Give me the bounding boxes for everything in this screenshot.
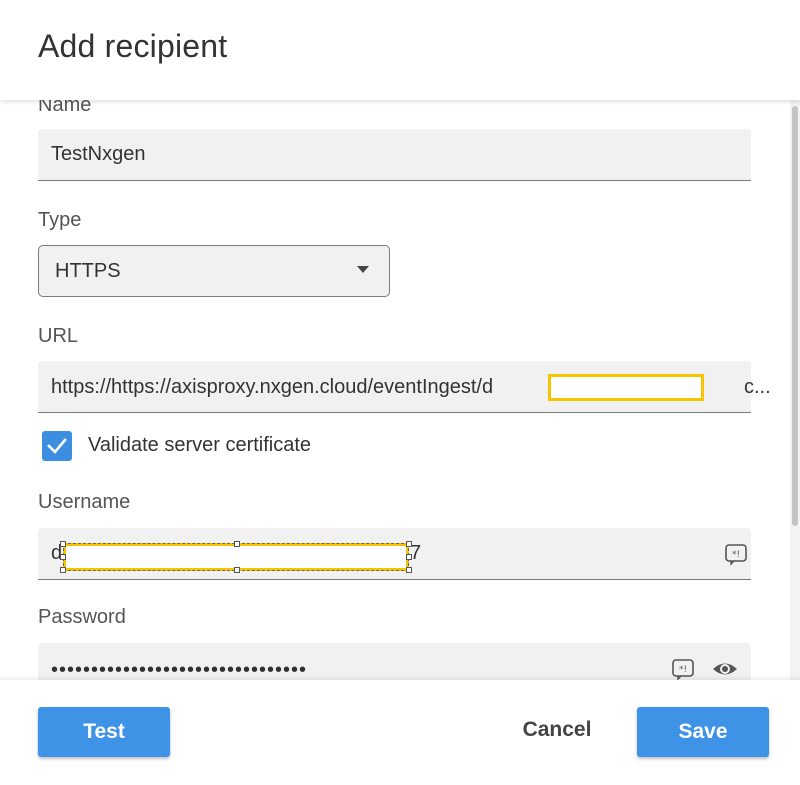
resize-handle[interactable]: [60, 541, 66, 547]
url-label: URL: [38, 325, 79, 347]
password-value: ••••••••••••••••••••••••••••••••: [51, 659, 308, 681]
resize-handle[interactable]: [60, 567, 66, 573]
svg-text:*!: *!: [732, 550, 740, 560]
resize-handle[interactable]: [60, 554, 66, 560]
eye-icon[interactable]: [711, 656, 737, 682]
type-select[interactable]: HTTPS: [38, 245, 390, 297]
validate-certificate-label: Validate server certificate: [88, 434, 312, 456]
resize-handle[interactable]: [406, 554, 412, 560]
dialog-footer: Test Cancel Save: [0, 680, 800, 785]
cancel-button[interactable]: Cancel: [505, 705, 609, 755]
dialog-title: Add recipient: [38, 28, 228, 64]
name-value: TestNxgen: [51, 143, 146, 165]
special-chars-icon[interactable]: *!: [723, 541, 749, 567]
special-chars-icon[interactable]: *!: [670, 656, 696, 682]
password-label: Password: [38, 606, 126, 628]
resize-handle[interactable]: [234, 567, 240, 573]
test-button[interactable]: Test: [38, 707, 170, 757]
resize-handle[interactable]: [406, 567, 412, 573]
validate-certificate-checkbox[interactable]: [42, 431, 72, 461]
type-label: Type: [38, 209, 82, 231]
checkmark-icon: [47, 438, 67, 454]
add-recipient-dialog: Add recipient Name TestNxgen Type HTTPS …: [0, 0, 800, 785]
url-redaction-box: [548, 374, 704, 401]
resize-handle[interactable]: [234, 541, 240, 547]
username-label: Username: [38, 491, 131, 513]
name-input[interactable]: TestNxgen: [38, 129, 751, 181]
save-button[interactable]: Save: [637, 707, 769, 757]
svg-text:*!: *!: [679, 665, 687, 675]
type-value: HTTPS: [55, 260, 121, 282]
url-value-start: https://https://axisproxy.nxgen.cloud/ev…: [51, 376, 494, 398]
scrollbar-thumb[interactable]: [792, 106, 798, 526]
resize-handle[interactable]: [406, 541, 412, 547]
chevron-down-icon: [357, 266, 369, 273]
url-value-end: c...: [744, 376, 771, 398]
scrollbar[interactable]: [790, 100, 800, 680]
dialog-header: Add recipient: [0, 0, 800, 100]
